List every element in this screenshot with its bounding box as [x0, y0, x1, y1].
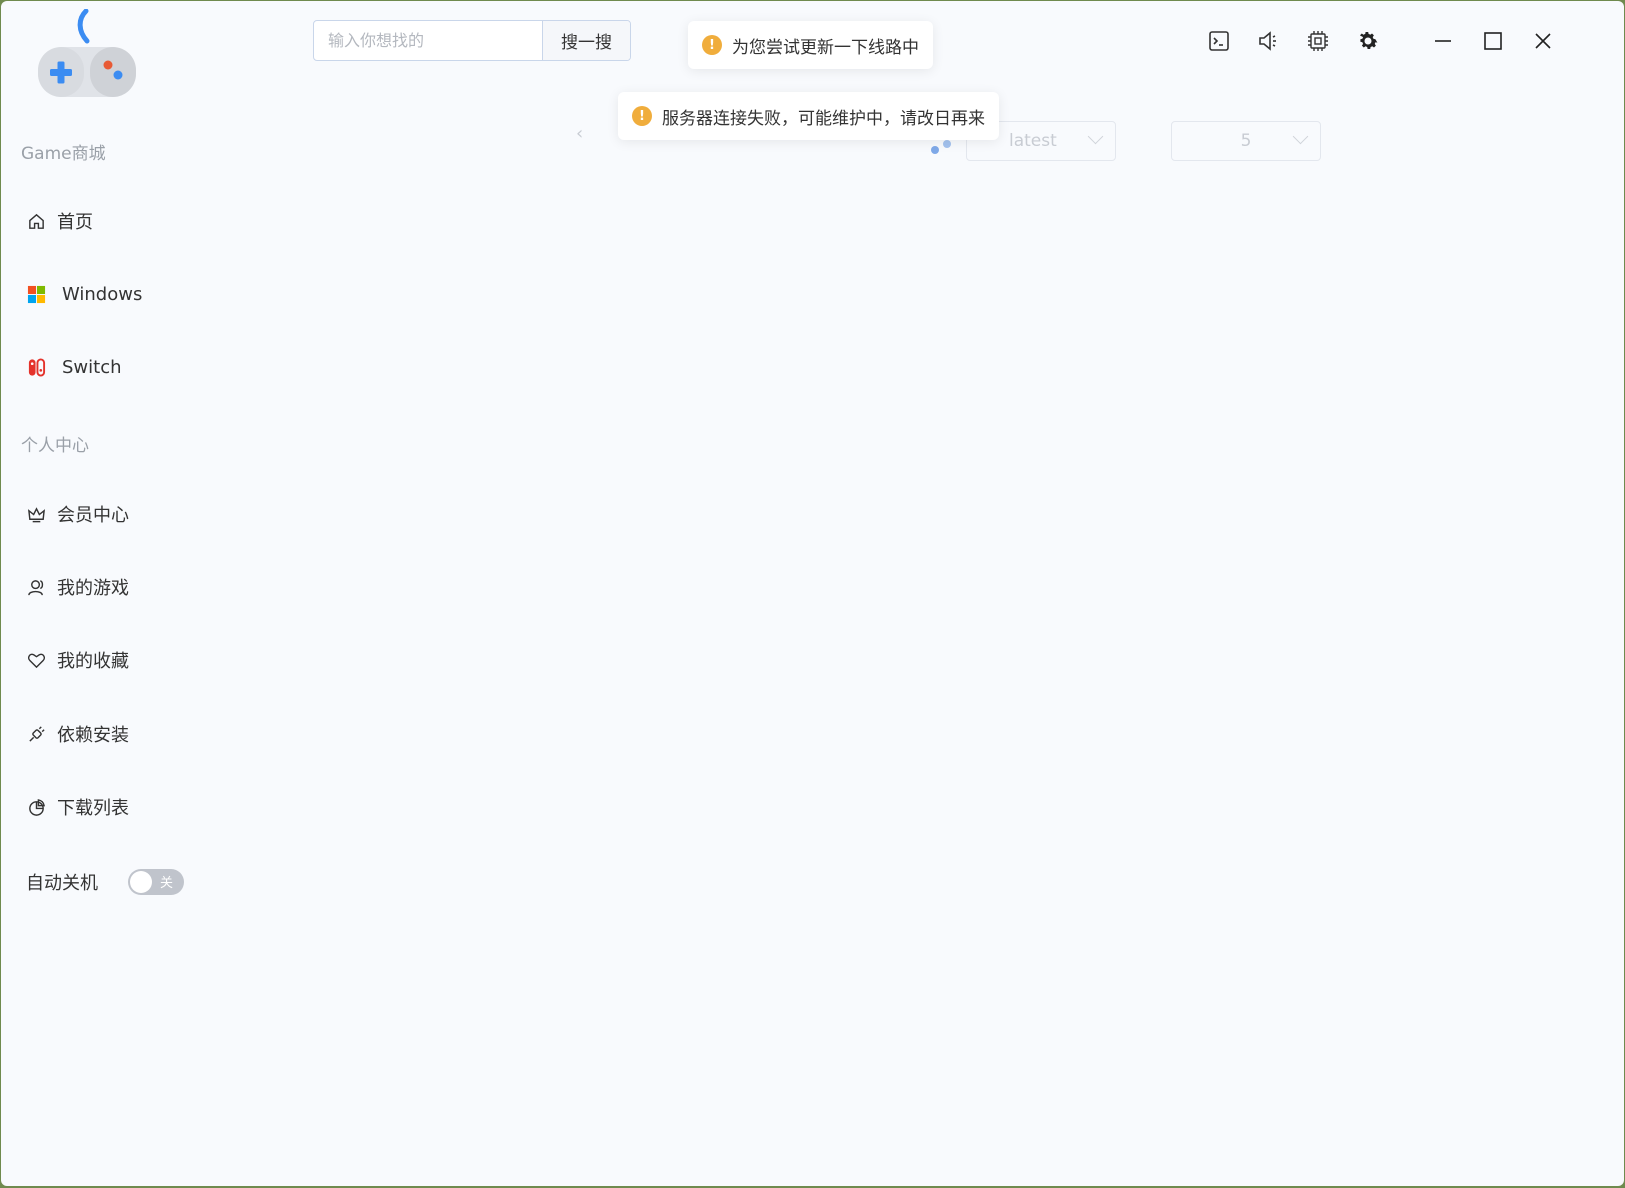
warning-icon: ! [632, 106, 652, 126]
warning-icon: ! [702, 35, 722, 55]
toast-text: 服务器连接失败，可能维护中，请改日再来 [662, 108, 985, 129]
gear-icon[interactable] [1354, 27, 1382, 55]
chip-icon[interactable] [1304, 27, 1332, 55]
sidebar-item-label: 依赖安装 [57, 725, 129, 746]
sidebar-item-downloads[interactable]: 下载列表 [26, 787, 129, 827]
pie-chart-icon [26, 797, 46, 817]
crown-icon [26, 504, 46, 524]
loading-spinner-icon [931, 146, 939, 154]
home-icon [26, 211, 46, 231]
app-window: 搜一搜 Game商城 [1, 1, 1624, 1186]
chevron-down-icon [1087, 128, 1104, 145]
sidebar-item-switch[interactable]: Switch [26, 347, 122, 387]
sidebar-item-my-games[interactable]: 我的游戏 [26, 567, 129, 607]
search-input[interactable] [314, 21, 542, 60]
sidebar-item-home[interactable]: 首页 [26, 201, 93, 241]
auto-shutdown-toggle[interactable]: 关 [128, 869, 184, 895]
user-icon [26, 577, 46, 597]
minimize-icon[interactable] [1429, 27, 1457, 55]
terminal-icon[interactable] [1205, 27, 1233, 55]
sidebar-item-windows[interactable]: Windows [26, 274, 142, 314]
sidebar-item-dependencies[interactable]: 依赖安装 [26, 714, 129, 754]
heart-icon [26, 650, 46, 670]
search-button[interactable]: 搜一搜 [542, 21, 630, 60]
switch-icon [26, 357, 46, 377]
sidebar-item-label: Switch [62, 356, 122, 378]
sidebar-item-membership[interactable]: 会员中心 [26, 494, 129, 534]
sidebar-item-label: 我的游戏 [57, 578, 129, 599]
sidebar-item-label: 我的收藏 [57, 651, 129, 672]
toast-server-failed: ! 服务器连接失败，可能维护中，请改日再来 [618, 92, 999, 140]
windows-icon [26, 284, 46, 304]
sidebar-item-label: 首页 [57, 212, 93, 233]
volume-icon[interactable] [1254, 27, 1282, 55]
maximize-icon[interactable] [1479, 27, 1507, 55]
section-label-store: Game商城 [21, 144, 106, 164]
auto-shutdown-row: 自动关机 关 [26, 869, 184, 895]
search-bar: 搜一搜 [313, 20, 631, 61]
loading-spinner-dot [943, 140, 951, 148]
auto-shutdown-label: 自动关机 [26, 873, 98, 894]
gamepad-logo-icon [31, 8, 143, 97]
toast-updating-route: ! 为您尝试更新一下线路中 [688, 21, 933, 69]
toggle-text: 关 [159, 876, 173, 891]
chevron-down-icon [1292, 128, 1309, 145]
pager-prev-icon[interactable]: ‹ [576, 123, 583, 144]
page-size-select-value: 5 [1240, 131, 1252, 151]
page-size-select[interactable]: 5 [1171, 121, 1321, 161]
sort-select-value: latest [1009, 131, 1057, 151]
toggle-knob [130, 871, 152, 893]
plug-icon [26, 724, 46, 744]
close-icon[interactable] [1529, 27, 1557, 55]
sidebar-item-label: Windows [62, 283, 143, 305]
sidebar-item-label: 会员中心 [57, 505, 129, 526]
sidebar-item-label: 下载列表 [57, 798, 129, 819]
sidebar-item-favorites[interactable]: 我的收藏 [26, 640, 129, 680]
toast-text: 为您尝试更新一下线路中 [732, 37, 919, 58]
section-label-personal: 个人中心 [21, 436, 89, 456]
